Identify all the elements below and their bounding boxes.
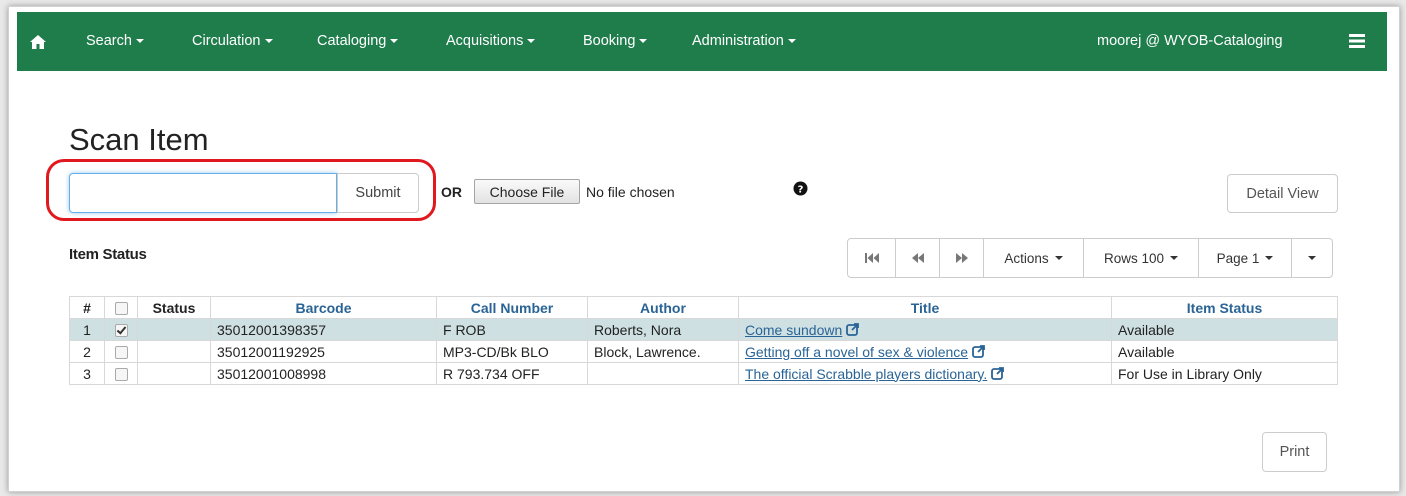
nav-booking[interactable]: Booking [583, 33, 648, 49]
top-navbar: Search Circulation Cataloging Acquisitio… [17, 12, 1387, 71]
external-link-icon[interactable] [972, 344, 986, 358]
nav-acquisitions-label: Acquisitions [446, 33, 524, 49]
nav-booking-label: Booking [583, 33, 636, 49]
caret-down-icon [1170, 256, 1179, 260]
row-status [137, 362, 211, 385]
row-select-cell[interactable] [104, 340, 138, 363]
row-title-cell: The official Scrabble players dictionary… [738, 362, 1112, 385]
row-call-number: R 793.734 OFF [436, 362, 588, 385]
actions-dropdown[interactable]: Actions [983, 238, 1084, 278]
row-title-link[interactable]: The official Scrabble players dictionary… [745, 366, 987, 382]
select-all-checkbox[interactable] [114, 302, 128, 316]
column-header-item-status[interactable]: Item Status [1111, 296, 1338, 319]
more-options-dropdown[interactable] [1291, 238, 1333, 278]
caret-down-icon [135, 39, 144, 44]
caret-down-icon [787, 39, 796, 44]
row-index: 1 [69, 318, 105, 341]
list-menu-icon[interactable] [1349, 32, 1365, 50]
question-circle-icon[interactable]: ? [793, 181, 808, 196]
column-header-call-number[interactable]: Call Number [436, 296, 588, 319]
table-row[interactable]: 1 35012001398357 F ROB Roberts, Nora Com… [69, 318, 1338, 341]
row-status [137, 318, 211, 341]
row-checkbox[interactable] [114, 368, 128, 382]
nav-administration[interactable]: Administration [692, 33, 796, 49]
column-header-status[interactable]: Status [137, 296, 211, 319]
next-page-icon [955, 253, 968, 263]
nav-circulation-label: Circulation [192, 33, 261, 49]
page-label: Page 1 [1216, 250, 1260, 266]
row-index: 2 [69, 340, 105, 363]
rows-label: Rows 100 [1103, 250, 1165, 266]
row-select-cell[interactable] [104, 362, 138, 385]
column-header-select[interactable] [104, 296, 138, 319]
caret-down-icon [1054, 256, 1063, 260]
nav-cataloging-label: Cataloging [317, 33, 387, 49]
table-row[interactable]: 3 35012001008998 R 793.734 OFF The offic… [69, 362, 1338, 385]
caret-down-icon [1265, 256, 1274, 260]
column-header-index: # [69, 296, 105, 319]
choose-file-button[interactable]: Choose File [474, 179, 580, 204]
row-checkbox[interactable] [114, 324, 128, 338]
nav-administration-label: Administration [692, 33, 784, 49]
nav-circulation[interactable]: Circulation [192, 33, 273, 49]
row-status [137, 340, 211, 363]
row-call-number: MP3-CD/Bk BLO [436, 340, 588, 363]
previous-page-icon [911, 253, 924, 263]
column-header-author[interactable]: Author [587, 296, 739, 319]
caret-down-icon [527, 39, 536, 44]
user-workstation-label: moorej @ WYOB-Cataloging [1097, 33, 1283, 49]
submit-button[interactable]: Submit [337, 173, 419, 213]
row-title-link[interactable]: Getting off a novel of sex & violence [745, 344, 968, 360]
grid-pager: Actions Rows 100 Page 1 [847, 238, 1333, 278]
row-title-cell: Come sundown [738, 318, 1112, 341]
row-item-status: For Use in Library Only [1111, 362, 1338, 385]
caret-down-icon [390, 39, 399, 44]
nav-cataloging[interactable]: Cataloging [317, 33, 399, 49]
row-barcode: 35012001192925 [210, 340, 437, 363]
row-select-cell[interactable] [104, 318, 138, 341]
row-author [587, 362, 739, 385]
first-page-icon [864, 253, 879, 263]
row-barcode: 35012001008998 [210, 362, 437, 385]
row-checkbox[interactable] [114, 346, 128, 360]
row-author: Block, Lawrence. [587, 340, 739, 363]
barcode-input[interactable] [69, 173, 337, 213]
caret-down-icon [639, 39, 648, 44]
caret-down-icon [1308, 256, 1316, 260]
detail-view-button[interactable]: Detail View [1227, 174, 1338, 213]
row-item-status: Available [1111, 340, 1338, 363]
row-title-cell: Getting off a novel of sex & violence [738, 340, 1112, 363]
row-item-status: Available [1111, 318, 1338, 341]
nav-search-label: Search [86, 33, 132, 49]
nav-acquisitions[interactable]: Acquisitions [446, 33, 536, 49]
rows-dropdown[interactable]: Rows 100 [1083, 238, 1199, 278]
page-dropdown[interactable]: Page 1 [1198, 238, 1292, 278]
nav-search[interactable]: Search [86, 33, 144, 49]
row-index: 3 [69, 362, 105, 385]
column-header-barcode[interactable]: Barcode [210, 296, 437, 319]
or-label: OR [441, 184, 462, 200]
print-button[interactable]: Print [1262, 432, 1327, 472]
svg-text:?: ? [798, 185, 804, 196]
file-status-text: No file chosen [586, 184, 675, 200]
row-barcode: 35012001398357 [210, 318, 437, 341]
first-page-button[interactable] [847, 238, 896, 278]
actions-label: Actions [1004, 250, 1049, 266]
row-title-link[interactable]: Come sundown [745, 322, 842, 338]
item-status-table: # Status Barcode Call Number Author Titl… [69, 296, 1338, 385]
previous-page-button[interactable] [895, 238, 940, 278]
row-author: Roberts, Nora [587, 318, 739, 341]
home-icon[interactable] [29, 33, 47, 51]
row-call-number: F ROB [436, 318, 588, 341]
external-link-icon[interactable] [991, 366, 1005, 380]
caret-down-icon [264, 39, 273, 44]
next-page-button[interactable] [939, 238, 984, 278]
item-status-heading: Item Status [69, 246, 147, 263]
page-title: Scan Item [69, 122, 209, 157]
external-link-icon[interactable] [846, 322, 860, 336]
table-header-row: # Status Barcode Call Number Author Titl… [69, 296, 1338, 319]
column-header-title[interactable]: Title [738, 296, 1112, 319]
table-row[interactable]: 2 35012001192925 MP3-CD/Bk BLO Block, La… [69, 340, 1338, 363]
